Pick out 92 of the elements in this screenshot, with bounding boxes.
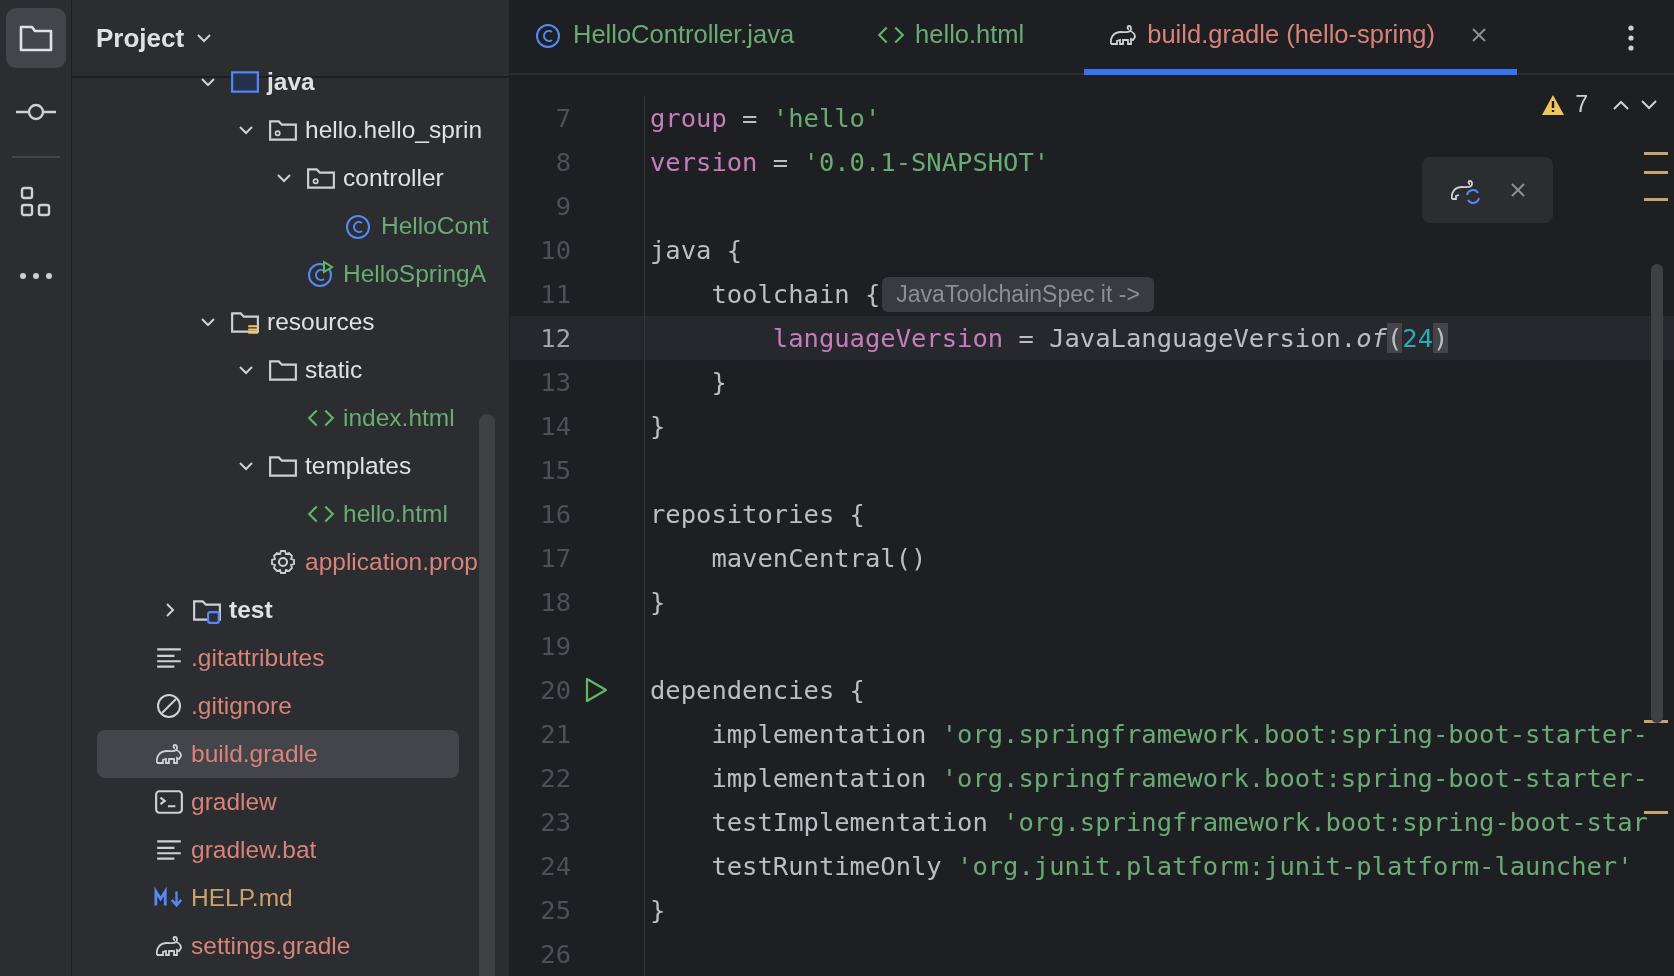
code-text: 'org.junit.platform:junit-platform-launcher' <box>957 851 1633 881</box>
chevron-down-icon[interactable] <box>1640 98 1658 111</box>
code-text: testImplementation <box>710 807 989 837</box>
tree-item[interactable]: HelloCont <box>97 202 489 250</box>
chevron-down-icon <box>196 33 213 43</box>
project-view-dropdown[interactable]: Project <box>96 22 213 54</box>
editor-tab[interactable]: hello.html <box>816 0 1085 75</box>
file-name: .gitignore <box>191 692 292 720</box>
file-name: .gitattributes <box>191 644 325 672</box>
code-text: implementation <box>710 763 928 793</box>
code-text: 'org.springframework.boot:spring-boot-starter- <box>941 719 1648 749</box>
run-icon[interactable] <box>583 677 609 703</box>
gear-icon <box>268 548 298 576</box>
code-text: } <box>650 411 666 441</box>
tree-item[interactable]: HelloSpringA <box>97 250 486 298</box>
warning-count[interactable]: 7 <box>1575 91 1588 118</box>
file-name: static <box>305 356 363 384</box>
code-text: 'hello' <box>772 103 881 133</box>
tree-item[interactable]: java <box>97 58 459 106</box>
code-text: java { <box>650 235 743 265</box>
more-options-icon[interactable] <box>1628 25 1634 51</box>
inlay-hint: JavaToolchainSpec it -> <box>882 276 1154 312</box>
tree-item[interactable]: controller <box>97 154 459 202</box>
file-name: gradlew <box>191 788 277 816</box>
editor-tab[interactable]: HelloController.java <box>510 0 817 75</box>
terminal-icon <box>154 788 184 816</box>
code-text: } <box>650 587 666 617</box>
code-text: } <box>650 895 666 925</box>
file-name: controller <box>343 164 444 192</box>
file-name: application.prop <box>305 548 478 576</box>
file-name: build.gradle <box>191 740 318 768</box>
file-name: java <box>267 68 315 96</box>
tree-item[interactable]: static <box>97 346 459 394</box>
tree-item[interactable]: index.html <box>97 394 459 442</box>
tree-item[interactable]: .gitignore <box>97 682 459 730</box>
tree-item[interactable]: hello.hello_sprin <box>97 106 483 154</box>
tree-item[interactable]: HELP.md <box>97 874 459 922</box>
file-name: HelloSpringA <box>343 260 486 288</box>
prohibited-icon <box>154 692 184 720</box>
file-name: hello.hello_sprin <box>305 116 483 144</box>
squares-icon <box>18 185 53 219</box>
file-name: index.html <box>343 404 455 432</box>
code-text: 24 <box>1402 323 1433 353</box>
file-name: templates <box>305 452 412 480</box>
class-icon <box>306 260 336 288</box>
line-number: 12 <box>539 323 571 353</box>
file-name: settings.gradle <box>191 932 351 960</box>
code-text: = <box>741 103 759 133</box>
code-text: 'org.springframework.boot:spring-boot-starter- <box>941 763 1648 793</box>
code-text: testRuntimeOnly <box>710 851 943 881</box>
code-text: mavenCentral() <box>710 543 927 573</box>
code-text: ( <box>1386 323 1403 353</box>
tree-item[interactable]: application.prop <box>97 538 478 586</box>
warning-icon <box>1541 93 1566 116</box>
tree-item[interactable]: gradlew.bat <box>97 826 459 874</box>
code-text: ) <box>1433 323 1449 353</box>
tree-item[interactable]: build.gradle <box>97 730 459 778</box>
editor-tab[interactable]: build.gradle (hello-spring) <box>1084 0 1517 75</box>
close-icon[interactable] <box>1471 26 1487 43</box>
folder-icon <box>230 68 260 96</box>
code-text: languageVersion <box>771 323 1004 353</box>
code-text: group <box>650 103 727 133</box>
code-text: 'org.springframework.boot:spring-boot-star <box>1003 807 1648 837</box>
project-button[interactable] <box>5 8 66 68</box>
code-text: version <box>650 147 758 177</box>
file-name: test <box>229 596 273 624</box>
code-text: = <box>771 147 790 177</box>
scrollbar-thumb[interactable] <box>1651 264 1663 723</box>
file-name: HELP.md <box>191 884 293 912</box>
file-name: hello.html <box>343 500 448 528</box>
tree-item[interactable]: templates <box>97 442 459 490</box>
tree-item[interactable]: hello.html <box>97 490 459 538</box>
more-icon <box>18 272 53 280</box>
tree-item[interactable]: settings.gradle <box>97 922 459 970</box>
file-name: resources <box>267 308 375 336</box>
file-name: gradlew.bat <box>191 836 317 864</box>
file-name: HelloCont <box>381 212 489 240</box>
code-text: of <box>1356 323 1387 353</box>
code-text: repositories { <box>650 499 865 529</box>
tree-item[interactable]: .gitattributes <box>97 634 459 682</box>
tree-item[interactable]: test <box>97 586 459 634</box>
code-text: toolchain { <box>710 279 881 309</box>
commit-icon <box>14 102 57 122</box>
code-text: } <box>710 367 727 397</box>
close-icon[interactable] <box>1509 182 1526 198</box>
code-text: implementation <box>710 719 928 749</box>
tree-item[interactable]: resources <box>97 298 459 346</box>
code-text: '0.0.1-SNAPSHOT' <box>803 147 1050 177</box>
tree-item[interactable]: gradlew <box>97 778 459 826</box>
code-text: dependencies { <box>650 675 865 705</box>
chevron-up-icon[interactable] <box>1612 98 1630 111</box>
code-text: = JavaLanguageVersion. <box>1017 323 1357 353</box>
